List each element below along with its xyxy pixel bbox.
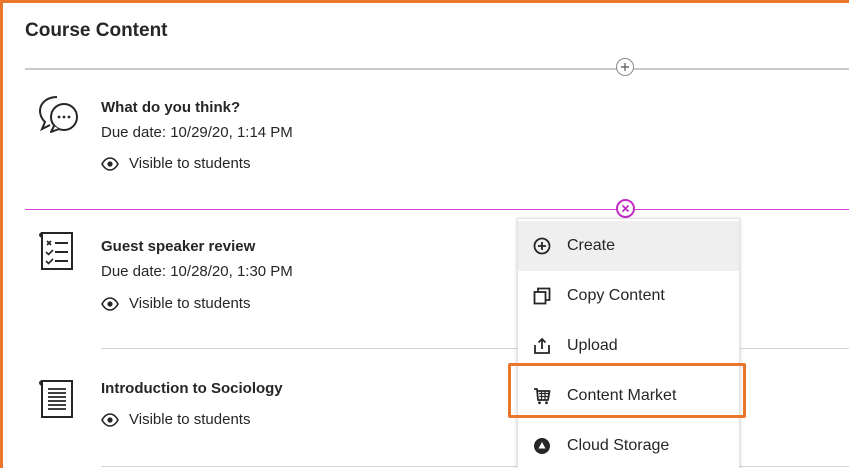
course-content-panel: Course Content What do you think? Due da… — [0, 0, 849, 468]
close-menu-button[interactable] — [616, 199, 635, 218]
menu-item-label: Copy Content — [567, 287, 665, 304]
upload-icon — [531, 335, 553, 357]
eye-icon — [101, 412, 119, 427]
insert-position-line — [25, 209, 849, 210]
discussion-icon — [37, 91, 81, 142]
visibility-label: Visible to students — [129, 155, 251, 172]
test-checklist-icon — [37, 227, 77, 278]
item-due-date: Due date: 10/29/20, 1:14 PM — [101, 124, 293, 141]
eye-icon — [101, 296, 119, 311]
item-title[interactable]: What do you think? — [101, 99, 240, 116]
plus-circle-icon — [531, 235, 553, 257]
plus-icon — [621, 63, 629, 71]
content-market-highlight — [508, 363, 746, 418]
visibility-label: Visible to students — [129, 295, 251, 312]
add-content-button[interactable] — [616, 58, 634, 76]
visibility-label: Visible to students — [129, 411, 251, 428]
copy-icon — [531, 285, 553, 307]
menu-item-copy-content[interactable]: Copy Content — [518, 271, 739, 321]
menu-item-label: Cloud Storage — [567, 437, 670, 454]
visibility-toggle[interactable]: Visible to students — [101, 295, 250, 312]
menu-item-cloud-storage[interactable]: Cloud Storage — [518, 421, 739, 468]
item-title[interactable]: Introduction to Sociology — [101, 380, 283, 397]
content-divider — [25, 68, 849, 70]
item-due-date: Due date: 10/28/20, 1:30 PM — [101, 263, 293, 280]
menu-item-label: Create — [567, 237, 616, 254]
menu-item-label: Upload — [567, 337, 618, 354]
visibility-toggle[interactable]: Visible to students — [101, 411, 250, 428]
document-icon — [37, 375, 77, 428]
page-title: Course Content — [25, 20, 168, 41]
add-content-menu: Create Copy Content Upload Content Marke… — [517, 218, 740, 468]
eye-icon — [101, 156, 119, 171]
cloud-storage-icon — [531, 435, 553, 457]
item-title[interactable]: Guest speaker review — [101, 238, 255, 255]
close-icon — [621, 204, 630, 213]
visibility-toggle[interactable]: Visible to students — [101, 155, 250, 172]
menu-item-create[interactable]: Create — [518, 221, 739, 271]
